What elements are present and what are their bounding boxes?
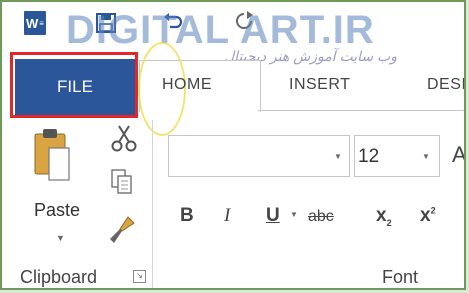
grow-font-button[interactable]: A [452,142,464,168]
strikethrough-button[interactable]: abc [308,208,334,226]
underline-button[interactable]: U [266,205,280,227]
font-group-label: Font [382,267,419,287]
tab-divider-line [258,110,464,111]
font-name-dropdown-icon[interactable]: ▼ [334,152,342,161]
superscript-button[interactable]: x2 [420,205,436,227]
tab-home[interactable]: HOME [162,76,212,94]
title-bar: W ≡ DIGITAL ART.IR [2,2,464,52]
paste-dropdown-arrow[interactable]: ▼ [56,233,65,243]
clipboard-launcher-icon[interactable]: ↘ [133,270,146,283]
file-highlight-box [10,52,138,118]
subscript-button[interactable]: x2 [376,205,392,228]
clipboard-group-label: Clipboard [20,267,98,287]
font-size-dropdown-icon[interactable]: ▼ [422,152,430,161]
group-separator [152,120,153,288]
underline-dropdown-icon[interactable]: ▼ [290,210,298,219]
cut-icon[interactable] [110,124,138,152]
format-painter-icon[interactable] [108,215,136,245]
word-app-icon[interactable]: W ≡ [24,11,46,35]
superscript-letter: x [420,205,431,226]
tab-design[interactable]: DESI [427,76,464,94]
watermark-text: DIGITAL ART.IR [66,8,375,52]
tab-insert[interactable]: INSERT [289,76,350,94]
font-name-input[interactable] [168,135,350,177]
superscript-mark: 2 [430,205,436,216]
word-icon-letter: W [26,15,39,31]
bold-button[interactable]: B [180,205,194,227]
paste-label[interactable]: Paste [34,200,80,221]
font-size-value: 12 [358,146,380,167]
subscript-mark: 2 [386,217,392,228]
word-window: W ≡ DIGITAL ART.IR وب سایت آموزش هنر دیجی… [0,0,466,290]
copy-icon[interactable] [110,168,134,196]
italic-button[interactable]: I [224,205,230,227]
paste-icon[interactable] [33,126,71,182]
subscript-letter: x [376,205,387,226]
group-separator [464,208,465,238]
